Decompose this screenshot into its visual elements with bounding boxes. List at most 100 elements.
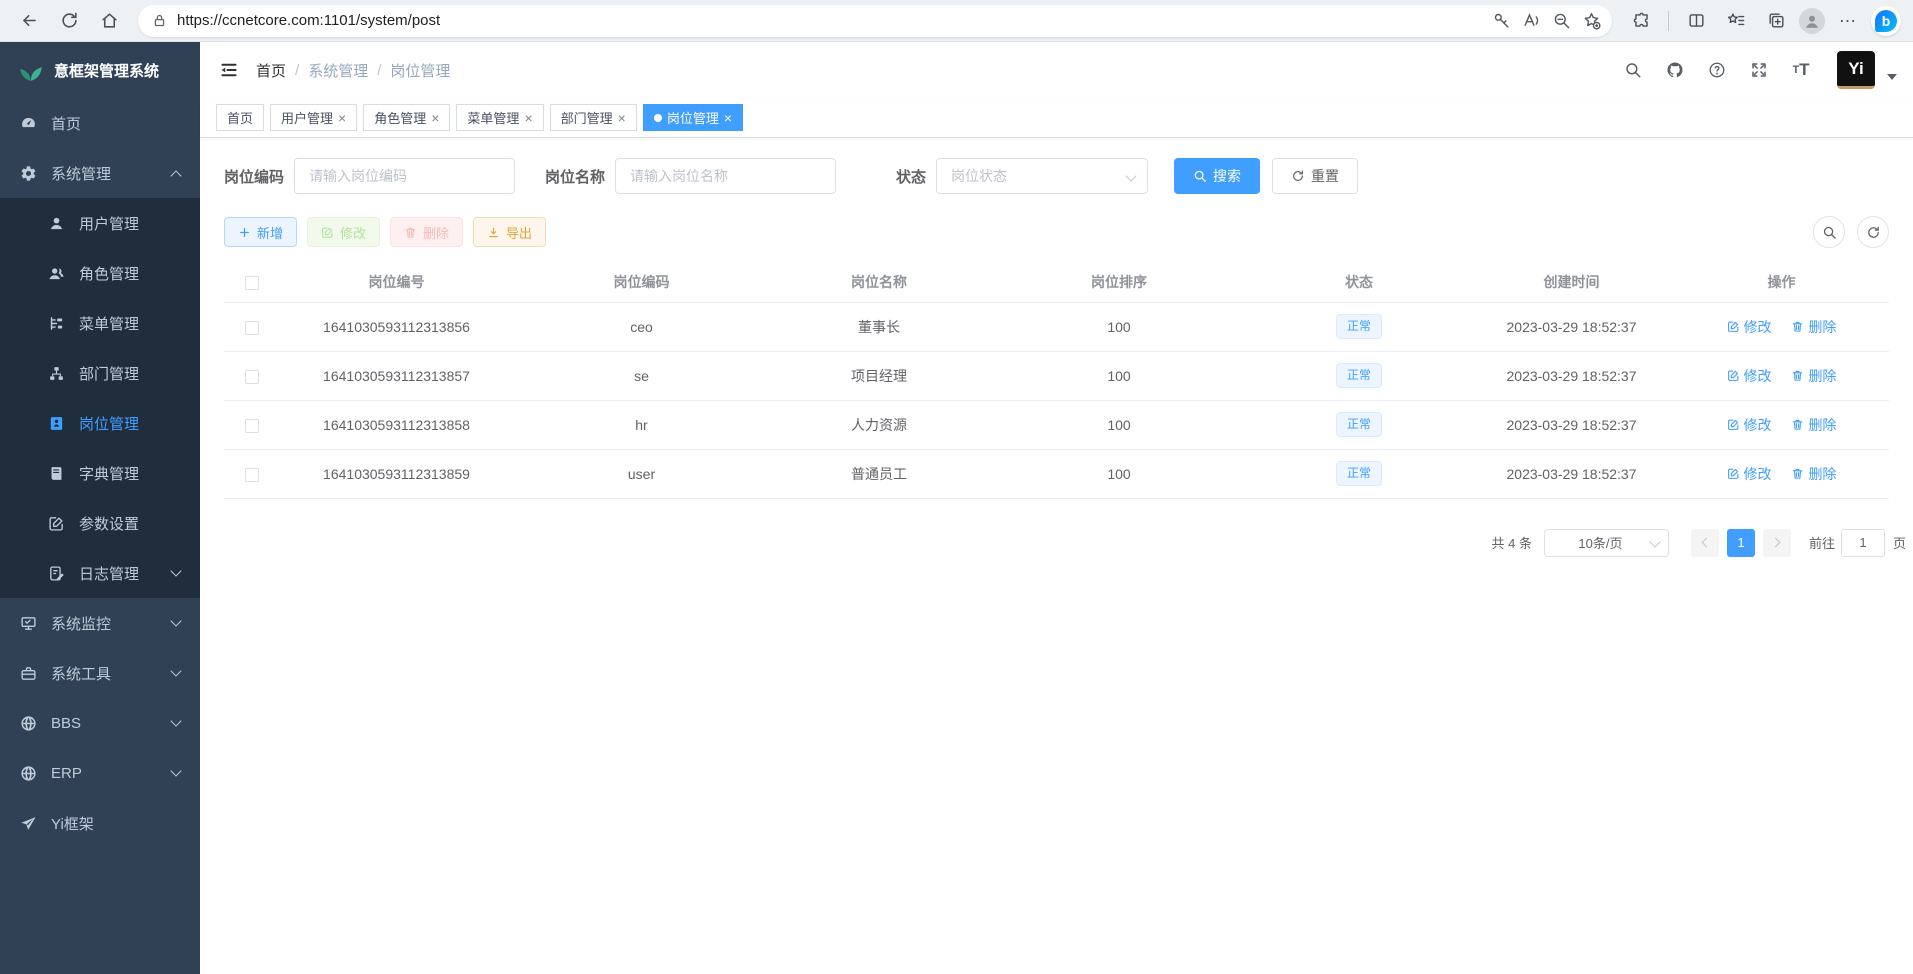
person-icon: [1803, 12, 1821, 30]
export-button[interactable]: 导出: [473, 217, 546, 247]
sidebar-item-post-mgmt[interactable]: 岗位管理: [0, 398, 200, 448]
goto-page-input[interactable]: [1841, 529, 1885, 557]
next-page-button[interactable]: [1763, 529, 1791, 557]
prev-page-button[interactable]: [1691, 529, 1719, 557]
sidebar-item-param-settings[interactable]: 参数设置: [0, 498, 200, 548]
sidebar-item-user-mgmt[interactable]: 用户管理: [0, 198, 200, 248]
sidebar-item-role-mgmt[interactable]: 角色管理: [0, 248, 200, 298]
browser-profile-avatar[interactable]: [1799, 8, 1825, 34]
sidebar-item-system-tools[interactable]: 系统工具: [0, 648, 200, 698]
header-search-button[interactable]: [1623, 60, 1643, 80]
post-code-input[interactable]: [294, 158, 515, 194]
sidebar-item-label: 菜单管理: [79, 313, 139, 334]
select-all-checkbox[interactable]: [245, 276, 259, 290]
refresh-icon: [60, 11, 79, 30]
lock-icon: [152, 13, 167, 28]
tab-menu-mgmt[interactable]: 菜单管理 ×: [456, 104, 543, 131]
chevron-down-icon: [170, 565, 181, 576]
sidebar-item-dept-mgmt[interactable]: 部门管理: [0, 348, 200, 398]
sidebar-item-dict-mgmt[interactable]: 字典管理: [0, 448, 200, 498]
add-button-label: 新增: [257, 223, 283, 242]
row-delete-link[interactable]: 删除: [1791, 415, 1836, 435]
column-created: 创建时间: [1469, 262, 1674, 302]
tab-role-mgmt[interactable]: 角色管理 ×: [363, 104, 450, 131]
row-checkbox[interactable]: [245, 370, 259, 384]
breadcrumb-item-home[interactable]: 首页: [256, 60, 286, 81]
reset-button[interactable]: 重置: [1272, 158, 1358, 194]
row-checkbox[interactable]: [245, 419, 259, 433]
add-favorite-button[interactable]: [1576, 6, 1606, 36]
active-tab-dot: [654, 114, 662, 122]
row-delete-link[interactable]: 删除: [1791, 317, 1836, 337]
row-delete-link[interactable]: 删除: [1791, 464, 1836, 484]
row-checkbox[interactable]: [245, 468, 259, 482]
user-avatar[interactable]: Yi: [1837, 51, 1875, 89]
favorites-bar-button[interactable]: [1719, 4, 1753, 38]
row-edit-link[interactable]: 修改: [1727, 317, 1772, 337]
password-key-button[interactable]: [1486, 6, 1516, 36]
row-delete-link[interactable]: 删除: [1791, 366, 1836, 386]
page-size-select[interactable]: [1544, 529, 1669, 557]
help-button[interactable]: [1707, 60, 1727, 80]
copilot-bing-button[interactable]: b: [1871, 6, 1901, 36]
tab-home[interactable]: 首页: [216, 104, 264, 131]
page-size-input[interactable]: [1544, 529, 1669, 557]
delete-button[interactable]: 删除: [390, 217, 463, 247]
sidebar-item-system-monitor[interactable]: 系统监控: [0, 598, 200, 648]
url-text[interactable]: https://ccnetcore.com:1101/system/post: [177, 12, 1486, 29]
table-refresh-button[interactable]: [1857, 216, 1889, 248]
edit-button[interactable]: 修改: [307, 217, 380, 247]
browser-back-button[interactable]: [12, 4, 46, 38]
app-logo[interactable]: 意框架管理系统: [0, 42, 200, 98]
sidebar-item-bbs[interactable]: BBS: [0, 698, 200, 748]
text-size-button[interactable]: [1791, 60, 1811, 80]
zoom-out-button[interactable]: [1546, 6, 1576, 36]
github-icon: [1666, 61, 1684, 79]
row-edit-link[interactable]: 修改: [1727, 415, 1772, 435]
add-button[interactable]: 新增: [224, 217, 297, 247]
close-icon[interactable]: ×: [431, 110, 439, 126]
search-button-label: 搜索: [1213, 166, 1241, 186]
read-aloud-button[interactable]: [1516, 6, 1546, 36]
tab-label: 菜单管理: [467, 108, 519, 127]
table-search-toggle-button[interactable]: [1813, 216, 1845, 248]
tab-post-mgmt[interactable]: 岗位管理 ×: [643, 104, 743, 131]
dashboard-icon: [20, 115, 37, 132]
address-bar[interactable]: https://ccnetcore.com:1101/system/post: [138, 5, 1612, 37]
fullscreen-button[interactable]: [1749, 60, 1769, 80]
sidebar-collapse-button[interactable]: [216, 57, 242, 83]
page-number-button[interactable]: 1: [1727, 529, 1755, 557]
close-icon[interactable]: ×: [524, 110, 532, 126]
tab-user-mgmt[interactable]: 用户管理 ×: [270, 104, 357, 131]
sidebar-item-menu-mgmt[interactable]: 菜单管理: [0, 298, 200, 348]
status-select[interactable]: [936, 158, 1148, 194]
sidebar-item-system-mgmt[interactable]: 系统管理: [0, 148, 200, 198]
table-header-row: 岗位编号 岗位编码 岗位名称 岗位排序 状态 创建时间 操作: [224, 262, 1889, 302]
extensions-button[interactable]: [1624, 4, 1658, 38]
sidebar-item-erp[interactable]: ERP: [0, 748, 200, 798]
browser-settings-button[interactable]: …: [1831, 4, 1865, 38]
close-icon[interactable]: ×: [618, 110, 626, 126]
caret-down-icon[interactable]: [1887, 74, 1897, 80]
sidebar-item-yi-framework[interactable]: Yi框架: [0, 798, 200, 848]
github-link[interactable]: [1665, 60, 1685, 80]
sidebar-item-log-mgmt[interactable]: 日志管理: [0, 548, 200, 598]
row-edit-link[interactable]: 修改: [1727, 366, 1772, 386]
sidebar-item-label: Yi框架: [51, 813, 94, 834]
browser-refresh-button[interactable]: [52, 4, 86, 38]
split-screen-button[interactable]: [1679, 4, 1713, 38]
browser-home-button[interactable]: [92, 4, 126, 38]
close-icon[interactable]: ×: [338, 110, 346, 126]
row-checkbox[interactable]: [245, 321, 259, 335]
sidebar-item-home[interactable]: 首页: [0, 98, 200, 148]
breadcrumb-item-system[interactable]: 系统管理: [308, 60, 368, 81]
close-icon[interactable]: ×: [724, 110, 732, 126]
post-name-input[interactable]: [615, 158, 836, 194]
tab-dept-mgmt[interactable]: 部门管理 ×: [550, 104, 637, 131]
search-button[interactable]: 搜索: [1174, 158, 1260, 194]
status-select-input[interactable]: [936, 158, 1148, 194]
column-operation: 操作: [1674, 262, 1889, 302]
collections-button[interactable]: [1759, 4, 1793, 38]
row-edit-link[interactable]: 修改: [1727, 464, 1772, 484]
search-icon: [1822, 225, 1837, 240]
